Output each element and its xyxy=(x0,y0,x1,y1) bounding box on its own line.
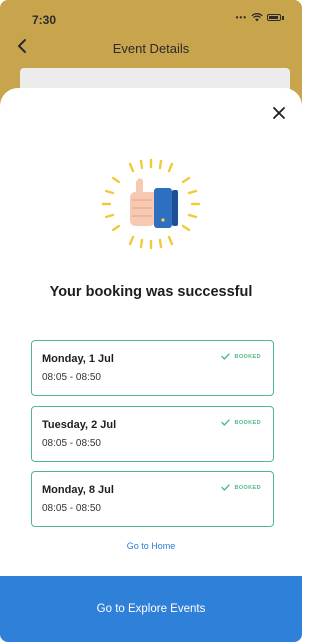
check-icon xyxy=(221,484,231,491)
booking-time: 08:05 - 08:50 xyxy=(42,503,101,514)
go-to-home-link[interactable]: Go to Home xyxy=(0,541,302,551)
status-icons: ••• xyxy=(236,13,284,22)
booking-card: Monday, 1 Jul 08:05 - 08:50 BOOKED xyxy=(31,340,274,396)
booking-status: BOOKED xyxy=(221,419,261,426)
booking-date: Monday, 1 Jul xyxy=(42,353,114,365)
booked-badge: BOOKED xyxy=(234,419,261,426)
explore-events-button[interactable]: Go to Explore Events xyxy=(0,576,302,642)
booking-date: Tuesday, 2 Jul xyxy=(42,419,117,431)
app-header: Event Details xyxy=(0,30,302,66)
success-title: Your booking was successful xyxy=(49,284,253,300)
booked-badge: BOOKED xyxy=(234,484,261,491)
battery-tip xyxy=(282,15,284,20)
wifi-icon xyxy=(251,13,263,22)
thumbs-up-icon xyxy=(101,158,201,250)
status-bar: 7:30 ••• xyxy=(0,0,302,30)
booking-success-modal: Your booking was successful Monday, 1 Ju… xyxy=(0,88,302,642)
battery-icon xyxy=(267,14,281,21)
booking-card: Monday, 8 Jul 08:05 - 08:50 BOOKED xyxy=(31,471,274,527)
booking-status: BOOKED xyxy=(221,353,261,360)
booking-card: Tuesday, 2 Jul 08:05 - 08:50 BOOKED xyxy=(31,406,274,462)
status-time: 7:30 xyxy=(32,13,57,27)
signal-icon: ••• xyxy=(235,13,247,22)
check-icon xyxy=(221,419,231,426)
check-icon xyxy=(221,353,231,360)
booking-time: 08:05 - 08:50 xyxy=(42,438,101,449)
page-title: Event Details xyxy=(112,41,190,56)
close-icon[interactable] xyxy=(272,106,286,120)
booking-status: BOOKED xyxy=(221,484,261,491)
booked-badge: BOOKED xyxy=(234,353,261,360)
booking-date: Monday, 8 Jul xyxy=(42,484,114,496)
booking-time: 08:05 - 08:50 xyxy=(42,372,101,383)
phone-screen: 7:30 ••• Event Details Your booking was … xyxy=(0,0,302,642)
